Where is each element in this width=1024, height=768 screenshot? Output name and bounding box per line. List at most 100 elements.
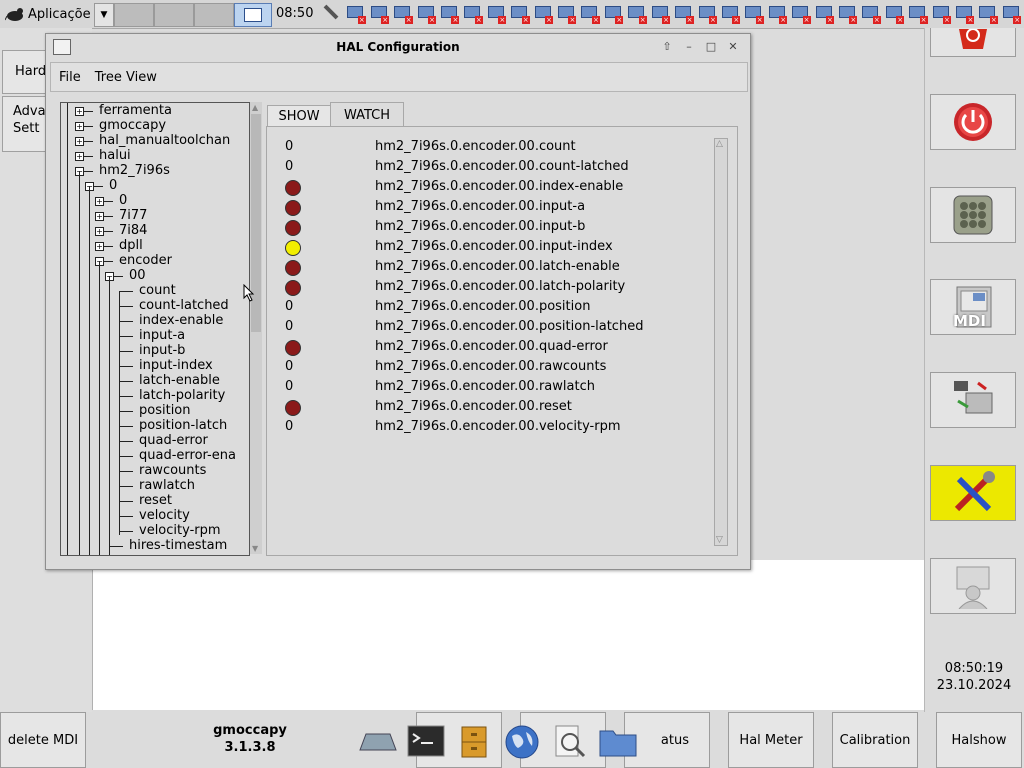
workspace-2[interactable]: [154, 3, 194, 27]
tree-item[interactable]: count-latched: [139, 298, 229, 313]
watch-row[interactable]: hm2_7i96s.0.encoder.00.latch-enable: [267, 257, 707, 277]
expand-icon[interactable]: +: [95, 197, 104, 206]
delete-mdi-button[interactable]: delete MDI: [0, 712, 86, 768]
network-disconnected-icon[interactable]: ×: [650, 3, 671, 25]
tree-item[interactable]: reset: [139, 493, 172, 508]
workspace-active[interactable]: [234, 3, 272, 27]
tree-item[interactable]: quad-error: [139, 433, 208, 448]
tree-item[interactable]: ferramenta: [99, 103, 172, 118]
network-disconnected-icon[interactable]: ×: [720, 3, 741, 25]
watch-row[interactable]: 0 hm2_7i96s.0.encoder.00.position: [267, 297, 707, 317]
watch-row[interactable]: 0 hm2_7i96s.0.encoder.00.count: [267, 137, 707, 157]
network-disconnected-icon[interactable]: ×: [767, 3, 788, 25]
tree-item[interactable]: 0: [109, 178, 117, 193]
tree-item[interactable]: velocity-rpm: [139, 523, 221, 538]
tree-item[interactable]: halui: [99, 148, 131, 163]
dock-terminal-button[interactable]: [406, 724, 446, 760]
mdi-button[interactable]: MDI: [930, 279, 1016, 335]
tree-item[interactable]: velocity: [139, 508, 190, 523]
watch-row[interactable]: hm2_7i96s.0.encoder.00.index-enable: [267, 177, 707, 197]
power-button[interactable]: [930, 94, 1016, 150]
watch-row[interactable]: 0 hm2_7i96s.0.encoder.00.count-latched: [267, 157, 707, 177]
tree-item[interactable]: 7i84: [119, 223, 147, 238]
tree-item[interactable]: 00: [129, 268, 146, 283]
usb-plug-icon[interactable]: [322, 3, 343, 25]
network-disconnected-icon[interactable]: ×: [345, 3, 366, 25]
tree-item[interactable]: position-latch: [139, 418, 227, 433]
network-disconnected-icon[interactable]: ×: [931, 3, 952, 25]
tab-watch[interactable]: WATCH: [330, 102, 404, 128]
watch-row[interactable]: 0 hm2_7i96s.0.encoder.00.rawlatch: [267, 377, 707, 397]
watch-row[interactable]: hm2_7i96s.0.encoder.00.input-a: [267, 197, 707, 217]
network-disconnected-icon[interactable]: ×: [462, 3, 483, 25]
dock-file-cabinet-button[interactable]: [454, 724, 494, 760]
estop-button[interactable]: [930, 28, 1016, 57]
tree-item[interactable]: index-enable: [139, 313, 223, 328]
tree-item[interactable]: input-a: [139, 328, 185, 343]
keypad-button[interactable]: [930, 187, 1016, 243]
watch-row[interactable]: hm2_7i96s.0.encoder.00.input-index: [267, 237, 707, 257]
dock-browser-button[interactable]: [502, 724, 542, 760]
tree-item[interactable]: count: [139, 283, 176, 298]
network-disconnected-icon[interactable]: ×: [814, 3, 835, 25]
watch-row[interactable]: 0 hm2_7i96s.0.encoder.00.velocity-rpm: [267, 417, 707, 437]
expand-icon[interactable]: +: [75, 152, 84, 161]
network-disconnected-icon[interactable]: ×: [697, 3, 718, 25]
expand-icon[interactable]: +: [95, 242, 104, 251]
scroll-down-icon[interactable]: ▼: [252, 544, 258, 553]
network-disconnected-icon[interactable]: ×: [486, 3, 507, 25]
network-disconnected-icon[interactable]: ×: [626, 3, 647, 25]
watch-row[interactable]: hm2_7i96s.0.encoder.00.latch-polarity: [267, 277, 707, 297]
network-disconnected-icon[interactable]: ×: [392, 3, 413, 25]
tree-item[interactable]: hal_manualtoolchan: [99, 133, 230, 148]
app-menu-dropdown-button[interactable]: ▼: [94, 3, 114, 27]
expand-icon[interactable]: +: [95, 212, 104, 221]
machine-button[interactable]: [930, 372, 1016, 428]
network-disconnected-icon[interactable]: ×: [1001, 3, 1022, 25]
network-disconnected-icon[interactable]: ×: [556, 3, 577, 25]
network-disconnected-icon[interactable]: ×: [860, 3, 881, 25]
watch-row[interactable]: 0 hm2_7i96s.0.encoder.00.rawcounts: [267, 357, 707, 377]
network-disconnected-icon[interactable]: ×: [837, 3, 858, 25]
hal-meter-button[interactable]: Hal Meter: [728, 712, 814, 768]
tree-item[interactable]: encoder: [119, 253, 172, 268]
network-disconnected-icon[interactable]: ×: [509, 3, 530, 25]
tools-button[interactable]: [930, 465, 1016, 521]
tree-item[interactable]: 0: [119, 193, 127, 208]
network-disconnected-icon[interactable]: ×: [977, 3, 998, 25]
tree-item[interactable]: dpll: [119, 238, 143, 253]
watch-scrollbar[interactable]: △ ▽: [714, 138, 728, 546]
tab-show[interactable]: SHOW: [267, 105, 331, 128]
network-disconnected-icon[interactable]: ×: [884, 3, 905, 25]
network-disconnected-icon[interactable]: ×: [954, 3, 975, 25]
watch-row[interactable]: 0 hm2_7i96s.0.encoder.00.position-latched: [267, 317, 707, 337]
hal-tree[interactable]: + ferramenta + gmoccapy + hal_manualtoolchan +…: [60, 102, 250, 556]
expand-icon[interactable]: +: [75, 137, 84, 146]
network-disconnected-icon[interactable]: ×: [369, 3, 390, 25]
watch-row[interactable]: hm2_7i96s.0.encoder.00.reset: [267, 397, 707, 417]
watch-row[interactable]: hm2_7i96s.0.encoder.00.quad-error: [267, 337, 707, 357]
tree-item[interactable]: 7i77: [119, 208, 147, 223]
tree-item[interactable]: latch-polarity: [139, 388, 225, 403]
panel-clock[interactable]: 08:50: [276, 0, 313, 28]
tree-item[interactable]: input-b: [139, 343, 185, 358]
tree-item[interactable]: gmoccapy: [99, 118, 166, 133]
workspace-3[interactable]: [194, 3, 234, 27]
calibration-button[interactable]: Calibration: [832, 712, 918, 768]
halshow-button[interactable]: Halshow: [936, 712, 1022, 768]
maximize-icon[interactable]: □: [702, 39, 720, 55]
network-disconnected-icon[interactable]: ×: [579, 3, 600, 25]
network-disconnected-icon[interactable]: ×: [790, 3, 811, 25]
shade-icon[interactable]: ⇧: [658, 39, 676, 55]
scroll-up-icon[interactable]: ▲: [252, 103, 258, 112]
dock-search-button[interactable]: [550, 724, 590, 760]
user-button[interactable]: [930, 558, 1016, 614]
scroll-down-icon[interactable]: ▽: [716, 535, 723, 545]
window-titlebar[interactable]: HAL Configuration ⇧ – □ ✕: [46, 34, 750, 60]
network-disconnected-icon[interactable]: ×: [416, 3, 437, 25]
minimize-icon[interactable]: –: [680, 39, 698, 55]
network-disconnected-icon[interactable]: ×: [439, 3, 460, 25]
menu-file[interactable]: File: [59, 70, 81, 85]
tree-item[interactable]: rawlatch: [139, 478, 195, 493]
network-disconnected-icon[interactable]: ×: [603, 3, 624, 25]
